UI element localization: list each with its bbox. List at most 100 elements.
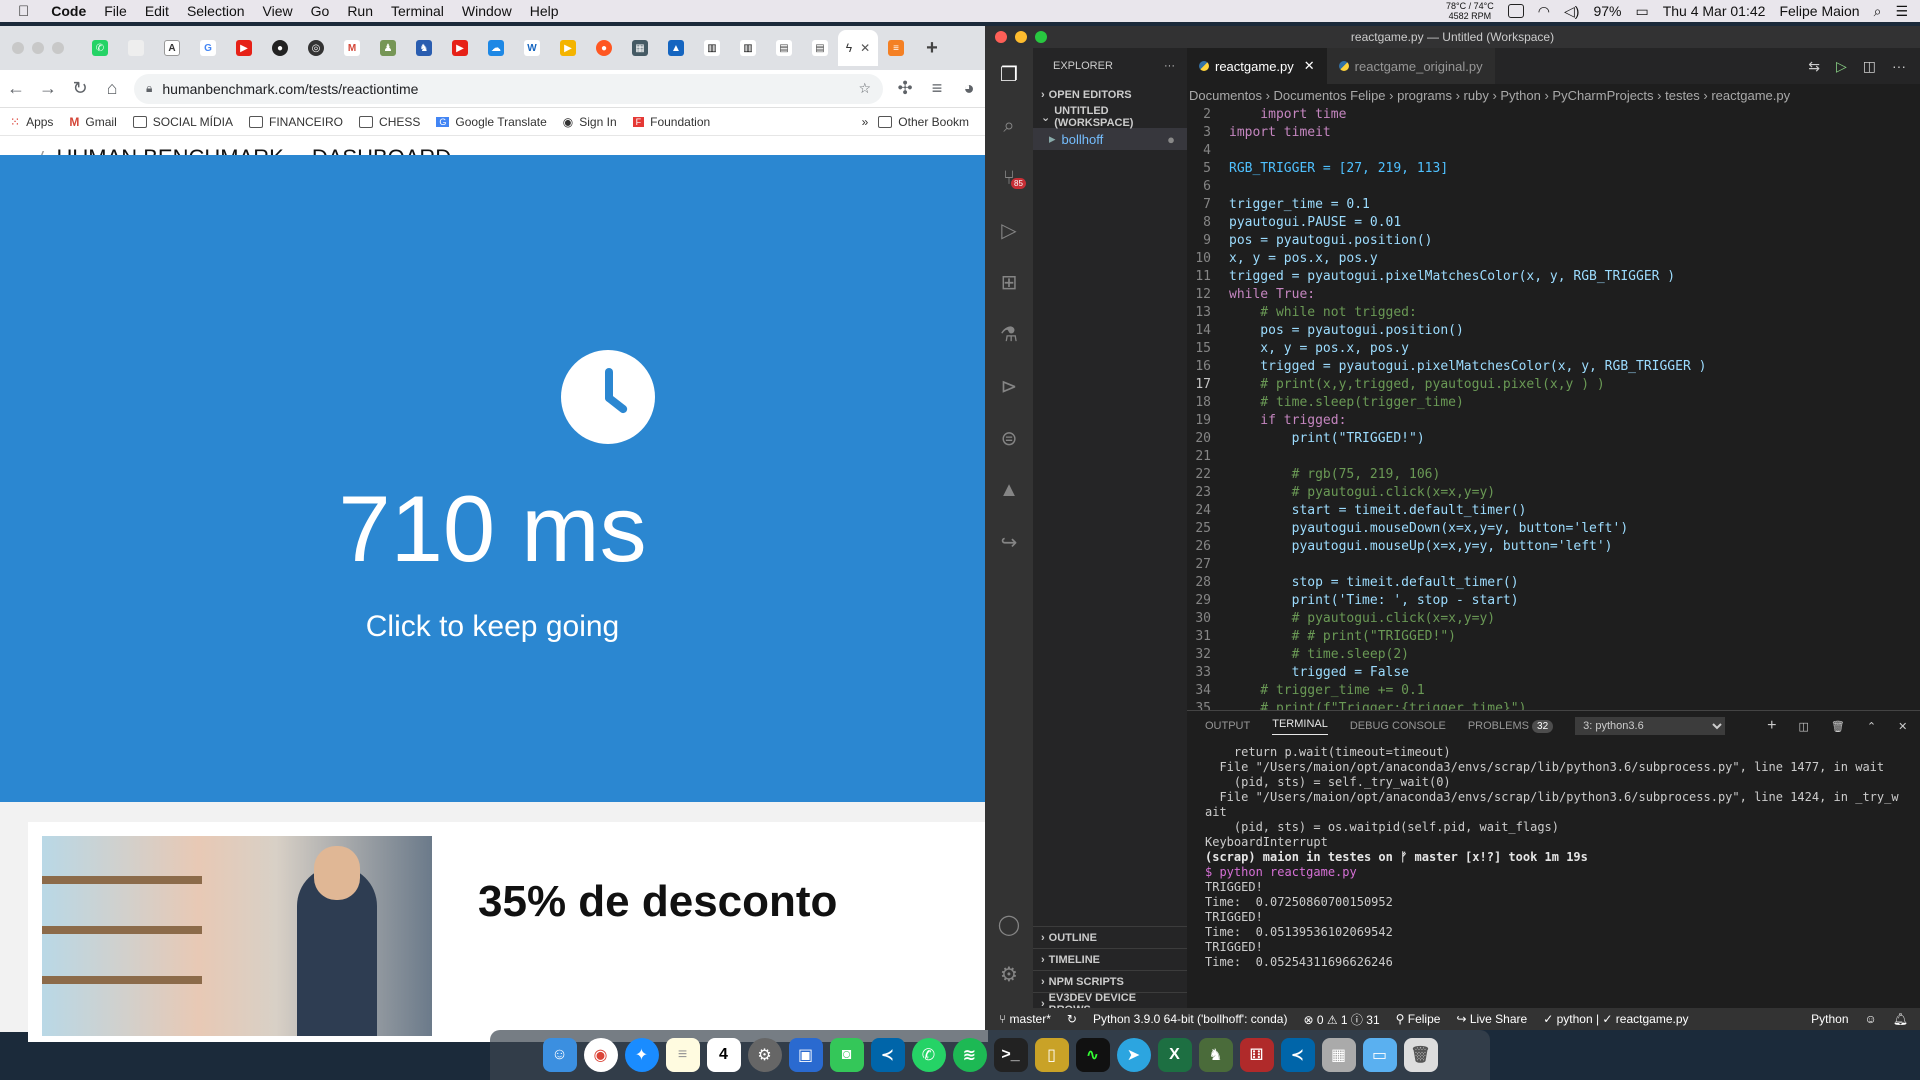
vscode-dock-icon-2[interactable]: ≺ — [1280, 1038, 1315, 1072]
explorer-icon[interactable]: ❐ — [985, 48, 1033, 100]
reading-list-icon[interactable]: ≡ — [921, 78, 953, 99]
code-line[interactable]: 27 — [1187, 556, 1920, 574]
notes-icon[interactable]: ≡ — [665, 1038, 700, 1072]
pinned-tab-w[interactable]: W — [514, 30, 550, 66]
menu-selection[interactable]: Selection — [187, 3, 245, 19]
code-line[interactable]: 23 # pyautogui.click(x=x,y=y) — [1187, 484, 1920, 502]
monitor-icon[interactable]: ▣ — [788, 1038, 823, 1072]
downloads-folder-icon[interactable]: ▭ — [1362, 1038, 1397, 1072]
more-actions-icon[interactable]: ··· — [1892, 58, 1906, 74]
facetime-icon[interactable]: ◙ — [829, 1038, 864, 1072]
liveshare-user[interactable]: ⚲ Felipe — [1396, 1012, 1441, 1026]
finder-icon[interactable]: ☺ — [542, 1038, 577, 1072]
code-line[interactable]: 8 pyautogui.PAUSE = 0.01 — [1187, 214, 1920, 232]
menu-help[interactable]: Help — [530, 3, 559, 19]
feedback-icon[interactable]: ☺ — [1865, 1012, 1877, 1026]
split-terminal-icon[interactable]: ◫ — [1799, 720, 1809, 733]
menu-view[interactable]: View — [263, 3, 293, 19]
bookmark-foundation[interactable]: F Foundation — [632, 115, 710, 129]
breadcrumb[interactable]: Documentos › Documentos Felipe › program… — [1187, 84, 1920, 106]
code-line[interactable]: 25 pyautogui.mouseDown(x=x,y=y, button='… — [1187, 520, 1920, 538]
preview-icon[interactable]: ▦ — [1321, 1038, 1356, 1072]
run-icon[interactable]: ▷ — [1836, 58, 1847, 75]
clock-text[interactable]: Thu 4 Mar 01:42 — [1663, 3, 1766, 19]
excel-icon[interactable]: X — [1157, 1038, 1192, 1072]
safari-icon[interactable]: ✦ — [624, 1038, 659, 1072]
pinned-tab-github[interactable]: ● — [262, 30, 298, 66]
bookmark-sign-in[interactable]: ◉ Sign In — [563, 115, 617, 129]
code-line[interactable]: 19 if trigged: — [1187, 412, 1920, 430]
sync-icon[interactable]: ↻ — [1067, 1012, 1077, 1026]
code-line[interactable]: 10 x, y = pos.x, pos.y — [1187, 250, 1920, 268]
code-line[interactable]: 7 trigger_time = 0.1 — [1187, 196, 1920, 214]
tab-terminal[interactable]: TERMINAL — [1272, 718, 1328, 735]
code-line[interactable]: 29 print('Time: ', stop - start) — [1187, 592, 1920, 610]
code-line[interactable]: 18 # time.sleep(trigger_time) — [1187, 394, 1920, 412]
code-line[interactable]: 11 trigged = pyautogui.pixelMatchesColor(… — [1187, 268, 1920, 286]
code-line[interactable]: 26 pyautogui.mouseUp(x=x,y=y, button='le… — [1187, 538, 1920, 556]
terminal-select[interactable]: 3: python3.6 — [1575, 717, 1726, 735]
whatsapp-icon[interactable]: ✆ — [911, 1038, 946, 1072]
code-line[interactable]: 13 # while not trigged: — [1187, 304, 1920, 322]
vscode-dock-icon[interactable]: ≺ — [870, 1038, 905, 1072]
menu-window[interactable]: Window — [462, 3, 512, 19]
terminal-icon[interactable]: >_ — [993, 1038, 1028, 1072]
code-editor[interactable]: 2 import time 3 import timeit 4 5 RGB_TRIGGER… — [1187, 106, 1920, 710]
code-line[interactable]: 24 start = timeit.default_timer() — [1187, 502, 1920, 520]
code-line[interactable]: 31 # # print("TRIGGED!") — [1187, 628, 1920, 646]
temperature-status[interactable]: 78°C / 74°C 4582 RPM — [1446, 1, 1494, 21]
folder-bollhoff[interactable]: ▸ bollhoff ● — [1033, 128, 1187, 150]
pinned-tab-globe[interactable]: ◎ — [298, 30, 334, 66]
bookmark-google-translate[interactable]: G Google Translate — [436, 115, 547, 129]
window-icon[interactable] — [1507, 4, 1524, 18]
bookmarks-overflow-icon[interactable]: » — [862, 115, 869, 129]
code-line[interactable]: 9 pos = pyautogui.position() — [1187, 232, 1920, 250]
bookmark-chess[interactable]: CHESS — [359, 115, 420, 129]
telegram-icon[interactable]: ➤ — [1116, 1038, 1151, 1072]
extensions-icon[interactable]: ✣ — [889, 78, 921, 99]
chrome-icon[interactable]: ◉ — [583, 1038, 618, 1072]
code-line[interactable]: 12 while True: — [1187, 286, 1920, 304]
menu-app-name[interactable]: Code — [51, 3, 86, 19]
new-terminal-icon[interactable]: + — [1767, 717, 1776, 735]
bookmark-gmail[interactable]: M Gmail — [69, 115, 116, 129]
code-line[interactable]: 16 trigged = pyautogui.pixelMatchesColor… — [1187, 358, 1920, 376]
extensions-icon[interactable]: ⊞ — [985, 256, 1033, 308]
account-icon[interactable]: ◯ — [985, 898, 1033, 950]
close-icon[interactable]: ✕ — [1898, 720, 1907, 733]
code-line[interactable]: 6 — [1187, 178, 1920, 196]
bookmark-star-icon[interactable]: ☆ — [858, 80, 871, 97]
pinned-tab-gmail[interactable]: M — [334, 30, 370, 66]
tab-output[interactable]: OUTPUT — [1205, 720, 1250, 732]
workspace-section[interactable]: ⌄ UNTITLED (WORKSPACE) — [1033, 105, 1187, 129]
spotlight-icon[interactable]: ⌕ — [1874, 3, 1882, 20]
home-icon[interactable]: ⌂ — [96, 78, 128, 99]
pinned-tab-bars-2[interactable]: ▥ — [730, 30, 766, 66]
close-icon[interactable]: ✕ — [1304, 58, 1315, 74]
new-tab-button[interactable]: + — [914, 30, 950, 66]
testing-flask-icon[interactable]: ⚗ — [985, 308, 1033, 360]
code-line[interactable]: 35 # print(f"Trigger:{trigger_time}") — [1187, 700, 1920, 710]
code-line[interactable]: 28 stop = timeit.default_timer() — [1187, 574, 1920, 592]
pinned-tab-blank[interactable] — [118, 30, 154, 66]
close-icon[interactable]: ✕ — [860, 41, 870, 55]
pinned-tab-hat[interactable]: ▲ — [658, 30, 694, 66]
git-branch[interactable]: ⑂ master* — [999, 1012, 1051, 1026]
control-center-icon[interactable]: ☰ — [1895, 3, 1908, 20]
menu-file[interactable]: File — [104, 3, 127, 19]
bookmark-apps[interactable]: ⁙ Apps — [10, 115, 53, 129]
live-share-button[interactable]: ↪ Live Share — [1456, 1012, 1527, 1026]
close-dot[interactable] — [995, 31, 1007, 43]
bookmark-financeiro[interactable]: FINANCEIRO — [249, 115, 343, 129]
pinned-tab-slides[interactable]: ▶ — [550, 30, 586, 66]
compare-icon[interactable]: ⇆ — [1808, 58, 1820, 75]
problems-summary[interactable]: ⊗ 0 ⚠ 1 ⓘ 31 — [1303, 1011, 1379, 1028]
code-line[interactable]: 4 — [1187, 142, 1920, 160]
apple-icon[interactable]:  — [18, 3, 29, 20]
code-line[interactable]: 3 import timeit — [1187, 124, 1920, 142]
run-debug-icon[interactable]: ▷ — [985, 204, 1033, 256]
pinned-tab-whatsapp[interactable]: ✆ — [82, 30, 118, 66]
minimize-dot[interactable] — [32, 42, 44, 54]
menu-terminal[interactable]: Terminal — [391, 3, 444, 19]
split-editor-icon[interactable]: ◫ — [1863, 58, 1876, 75]
